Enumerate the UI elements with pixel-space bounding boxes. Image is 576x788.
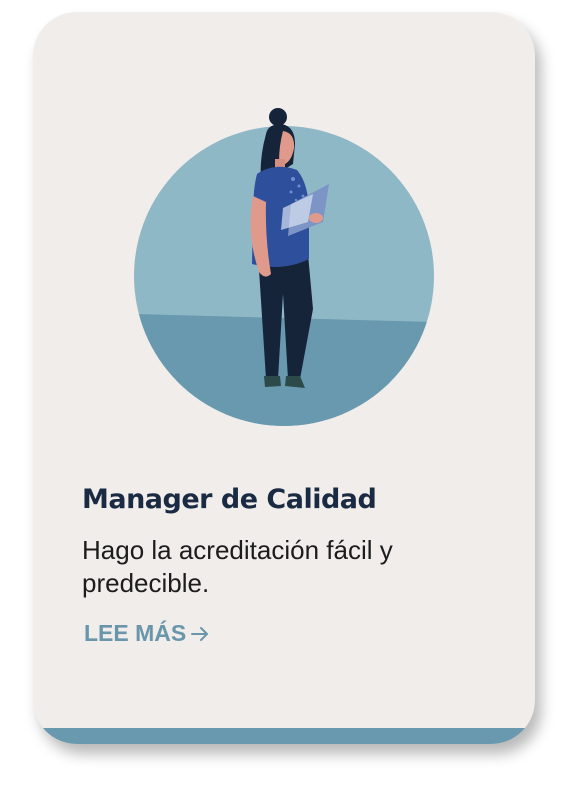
- woman-reading-tablet-illustration: [134, 108, 434, 426]
- read-more-label: LEE MÁS: [84, 620, 187, 646]
- arrow-right-icon: [190, 625, 210, 643]
- card-title: Manager de Calidad: [82, 484, 377, 515]
- role-illustration: [133, 104, 435, 434]
- role-card[interactable]: Manager de Calidad Hago la acreditación …: [33, 12, 535, 744]
- card-bottom-bar: [33, 728, 535, 744]
- read-more-link[interactable]: LEE MÁS: [84, 620, 210, 647]
- card-description: Hago la acreditación fácil y predecible.: [82, 535, 393, 598]
